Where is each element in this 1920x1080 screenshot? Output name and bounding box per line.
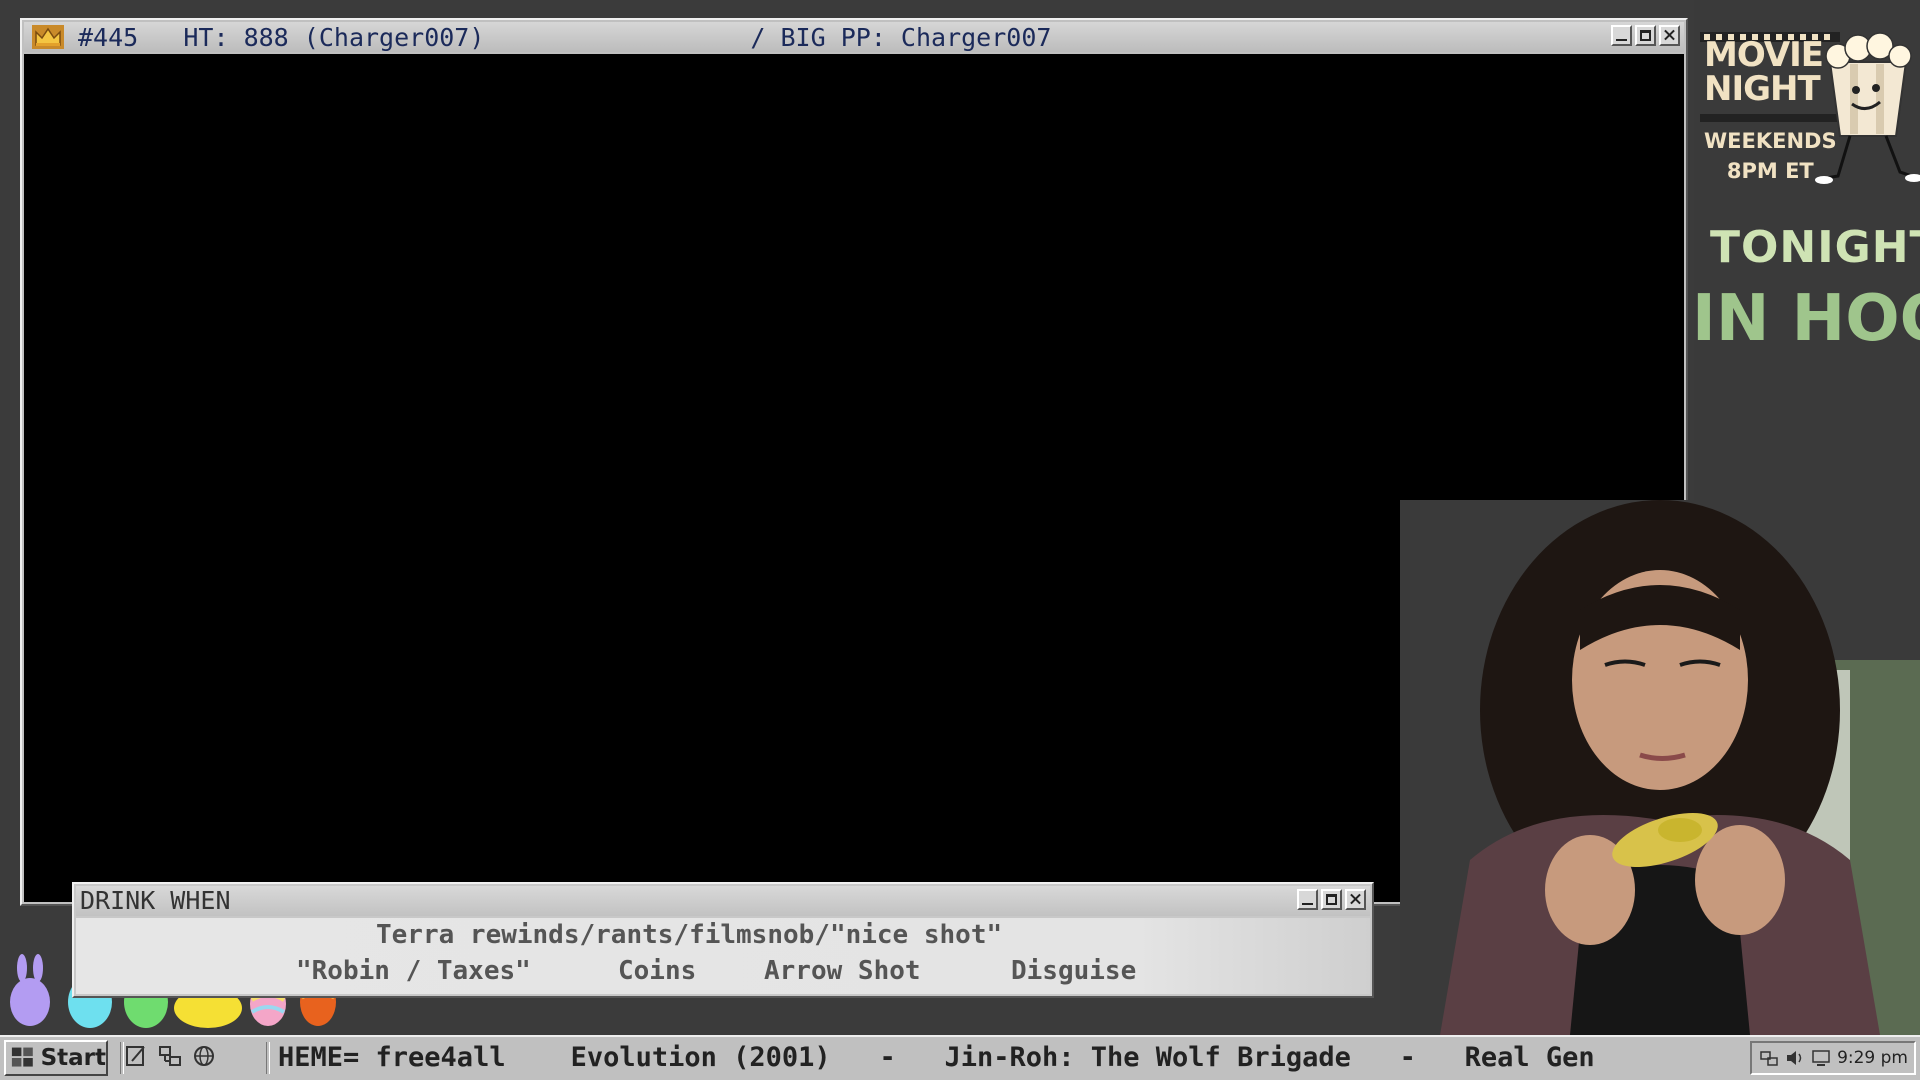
video-window-titlebar[interactable]: #445 HT: 888 (Charger007) / BIG PP: Char… (24, 22, 1684, 52)
webcam-feed (1400, 500, 1920, 1035)
drink-when-titlebar[interactable]: DRINK WHEN (76, 886, 1370, 916)
volume-icon[interactable] (1785, 1048, 1805, 1068)
movie-night-schedule: WEEKENDS 8PM ET (1704, 126, 1837, 186)
close-button[interactable] (1659, 25, 1680, 46)
maximize-button[interactable] (1635, 25, 1656, 46)
globe-icon[interactable] (192, 1043, 216, 1069)
maximize-button[interactable] (1321, 889, 1342, 910)
tonight-label: TONIGHT: (1710, 222, 1920, 273)
crown-icon (32, 25, 64, 49)
start-button[interactable]: Start (4, 1040, 108, 1076)
movie-night-title: MOVIE NIGHT (1704, 35, 1824, 109)
tonight-movie-title: IN HOOD (1692, 282, 1920, 356)
network-status-icon[interactable] (1759, 1048, 1779, 1068)
start-label: Start (40, 1045, 106, 1071)
drink-item: Disguise (1011, 956, 1137, 986)
drink-rule-line: Terra rewinds/rants/filmsnob/"nice shot" (376, 920, 1003, 950)
schedule-time: 8PM ET (1726, 159, 1814, 183)
drink-when-body: Terra rewinds/rants/filmsnob/"nice shot"… (76, 918, 1370, 994)
drink-item: "Robin / Taxes" (296, 956, 531, 986)
drink-when-title: DRINK WHEN (80, 886, 231, 915)
title-episode-number: #445 (78, 22, 139, 52)
title-ht: HT: 888 (Charger007) (183, 22, 485, 52)
notepad-icon[interactable] (124, 1043, 148, 1069)
title-big-pp: / BIG PP: Charger007 (750, 22, 1052, 52)
now-playing-marquee: HEME= free4all Evolution (2001) - Jin-Ro… (278, 1042, 1595, 1073)
movie-night-line2: NIGHT (1704, 69, 1821, 109)
minimize-button[interactable] (1611, 25, 1632, 46)
movie-night-line1: MOVIE (1704, 35, 1824, 75)
drink-item: Coins (618, 956, 697, 986)
start-logo-icon (11, 1047, 33, 1067)
bunny-peep-purple-icon (10, 954, 50, 1026)
network-icon[interactable] (158, 1043, 182, 1069)
system-tray: 9:29 pm (1750, 1041, 1916, 1075)
drink-when-window: DRINK WHEN Terra rewinds/rants/filmsnob/… (72, 882, 1374, 998)
schedule-days: WEEKENDS (1704, 129, 1837, 153)
taskbar: Start HEME= free4all Evolution (2001) - … (0, 1035, 1920, 1080)
drink-item: Arrow Shot (764, 956, 921, 986)
close-button[interactable] (1345, 889, 1366, 910)
minimize-button[interactable] (1297, 889, 1318, 910)
clock: 9:29 pm (1837, 1048, 1908, 1068)
display-icon[interactable] (1811, 1048, 1831, 1068)
